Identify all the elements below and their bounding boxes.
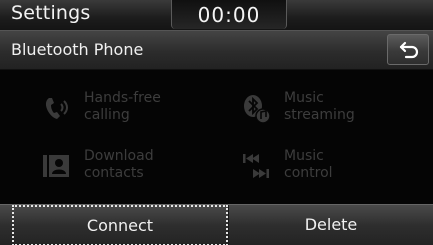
phone-icon: [45, 98, 68, 119]
feature-label: Hands-free calling: [84, 90, 161, 123]
feature-hands-free-calling: Hands-free calling: [40, 88, 220, 128]
feature-label: Music streaming: [284, 90, 355, 123]
delete-button[interactable]: Delete: [228, 205, 433, 245]
back-button[interactable]: [387, 34, 429, 65]
feature-label: Music control: [284, 148, 333, 181]
contacts-card-icon: [43, 155, 69, 177]
connect-button[interactable]: Connect: [12, 205, 228, 245]
clock: 00:00: [197, 3, 261, 27]
feature-download-contacts: Download contacts: [40, 146, 220, 186]
page-title: Bluetooth Phone: [11, 40, 144, 59]
bluetooth-phone-settings-screen: Settings 00:00 Bluetooth Phone Hands-fre…: [0, 0, 433, 245]
feature-music-control: Music control: [240, 146, 420, 186]
feature-label: Download contacts: [84, 148, 154, 181]
header-bar: Bluetooth Phone: [0, 31, 433, 70]
status-bar: Settings 00:00: [0, 0, 433, 31]
app-title: Settings: [11, 2, 91, 24]
clock-box: 00:00: [171, 0, 287, 29]
bottom-button-bar: Connect Delete: [0, 204, 433, 245]
skip-track-icon: [243, 154, 269, 178]
bluetooth-music-icon: [244, 95, 271, 124]
feature-music-streaming: Music streaming: [240, 88, 420, 128]
back-arrow-icon: [399, 41, 419, 59]
